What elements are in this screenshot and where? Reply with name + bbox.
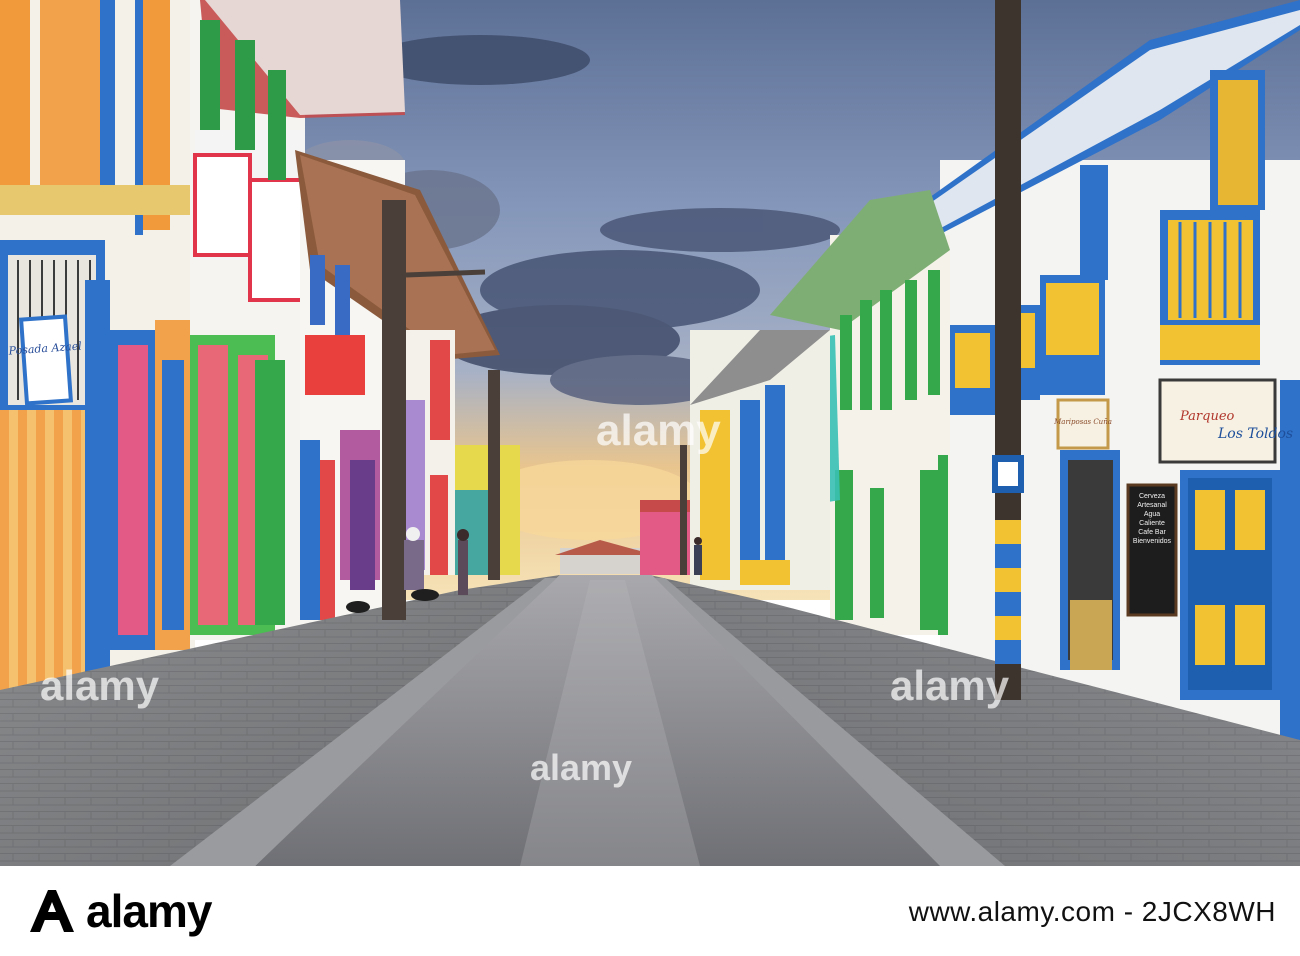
parqueo-sign: Parqueo Los Toldos	[1158, 378, 1293, 464]
orange-striped-door	[0, 410, 90, 695]
watermark-center: alamy	[596, 406, 721, 455]
mariposas-text: Mariposas Cuña	[1053, 418, 1112, 426]
parqueo-text: Parqueo	[1179, 409, 1235, 424]
chalkboard-sign: Cerveza Artesanal Agua Caliente Cafe Bar…	[1126, 483, 1178, 617]
alamy-logo-icon	[30, 890, 74, 932]
watermark-right: alamy	[890, 662, 1010, 709]
toldos-text: Los Toldos	[1217, 426, 1293, 442]
watermark-bottom: alamy	[530, 747, 632, 788]
chalkboard-text: Cerveza Artesanal Agua Caliente Cafe Bar…	[1132, 493, 1172, 545]
alamy-logo-text: alamy	[86, 885, 212, 937]
watermark-left: alamy	[40, 662, 160, 709]
street-photo: Posada Azael Parqueo Los Toldos Mariposa…	[0, 0, 1300, 866]
image-id: www.alamy.com - 2JCX8WH	[908, 896, 1276, 927]
footer-bar: alamy www.alamy.com - 2JCX8WH	[0, 866, 1300, 956]
mariposas-sign: Mariposas Cuña	[1053, 398, 1112, 450]
alamy-logo[interactable]: alamy	[24, 884, 212, 938]
